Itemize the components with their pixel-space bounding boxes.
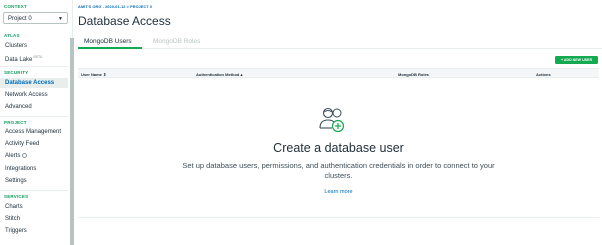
add-user-icon [319,107,345,133]
sidebar-item-data-lake[interactable]: Data LakeBETA [5,55,42,63]
sidebar-item-access-management[interactable]: Access Management [5,129,61,135]
divider [0,66,68,67]
empty-state: Create a database user Set up database u… [78,78,599,218]
project-select[interactable]: Project 0 ▼ [3,12,68,24]
column-header-auth-method[interactable]: Authentication Method ▴ [196,72,242,77]
tab-mongodb-roles[interactable]: MongoDB Roles [153,38,200,45]
project-select-value: Project 0 [8,15,32,22]
sidebar-item-clusters[interactable]: Clusters [5,43,27,49]
breadcrumb[interactable]: AMIT'S ORG - 2020-01-12 > PROJECT 0 [78,5,152,9]
context-label: CONTEXT [4,4,27,9]
sidebar-item-triggers[interactable]: Triggers [5,228,27,234]
sidebar-item-activity-feed[interactable]: Activity Feed [5,141,39,147]
info-icon [22,153,28,158]
sidebar-item-charts[interactable]: Charts [5,204,23,210]
empty-state-description: Set up database users, permissions, and … [182,161,495,180]
sidebar-item-network-access[interactable]: Network Access [5,92,48,98]
column-header-roles: MongoDB Roles [398,71,429,77]
sidebar-item-label: Data Lake [5,57,33,63]
page-title: Database Access [78,14,171,28]
sidebar-item-label: Alerts [5,153,21,160]
security-section-label: SECURITY [4,70,29,75]
services-section-label: SERVICES [4,194,29,199]
beta-badge: BETA [33,55,43,59]
tab-bar: MongoDB Users MongoDB Roles [78,36,602,49]
sidebar-item-alerts[interactable]: Alerts [5,153,28,160]
sidebar-item-database-access[interactable]: Database Access [0,78,68,88]
empty-state-title: Create a database user [273,141,404,155]
caret-down-icon: ▼ [58,16,63,22]
active-tab-indicator [78,47,142,49]
tab-mongodb-users[interactable]: MongoDB Users [84,38,132,45]
column-header-actions: Actions [536,71,551,77]
learn-more-link[interactable]: Learn more [78,189,599,195]
atlas-section-label: ATLAS [4,33,20,38]
table-header: User Name ⇕ Authentication Method ▴ Mong… [78,68,599,78]
divider [0,116,68,117]
sidebar-scrollbar[interactable] [70,38,74,245]
sidebar: CONTEXT Project 0 ▼ ATLAS Clusters Data … [0,0,73,245]
sidebar-item-integrations[interactable]: Integrations [5,166,36,172]
project-section-label: PROJECT [4,120,27,125]
divider [0,190,68,191]
column-header-user-name[interactable]: User Name ⇕ [81,72,106,77]
add-new-user-button[interactable]: + ADD NEW USER [555,56,598,64]
sidebar-item-stitch[interactable]: Stitch [5,216,20,222]
sidebar-item-advanced[interactable]: Advanced [5,104,32,110]
sidebar-item-settings[interactable]: Settings [5,178,27,184]
